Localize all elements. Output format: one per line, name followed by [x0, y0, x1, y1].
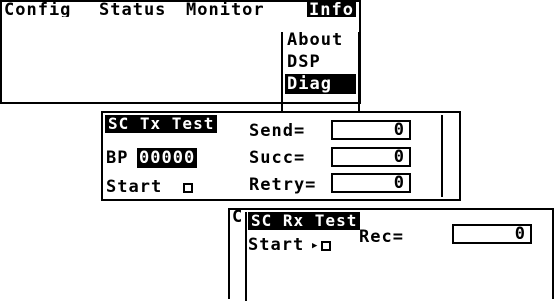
- send-label: Send=: [249, 121, 306, 141]
- info-dropdown: About DSP Diag: [281, 30, 360, 119]
- tx-test-scroll-edge: [441, 115, 457, 197]
- rx-start-checkbox[interactable]: [321, 241, 331, 251]
- tx-test-title: SC Tx Test: [105, 115, 218, 133]
- retry-value: 0: [331, 173, 411, 193]
- dropdown-item-dsp[interactable]: DSP: [287, 52, 321, 72]
- dropdown-item-diag[interactable]: Diag: [285, 74, 356, 94]
- rx-start-label: Start: [248, 235, 305, 255]
- rx-test-title: SC Rx Test: [248, 212, 361, 230]
- succ-value: 0: [331, 147, 411, 167]
- succ-label: Succ=: [249, 148, 306, 168]
- bp-value-field[interactable]: 00000: [137, 148, 198, 168]
- send-value: 0: [331, 120, 411, 140]
- tx-start-checkbox[interactable]: [183, 183, 193, 193]
- rec-label: Rec=: [359, 227, 404, 247]
- rec-value: 0: [452, 224, 532, 244]
- rx-test-panel: C SC Rx Test Start ▶ Rec= 0: [228, 207, 554, 301]
- retry-label: Retry=: [249, 175, 317, 195]
- menu-panel: About DSP Diag: [0, 17, 361, 119]
- rx-test-left-edge: [242, 212, 247, 301]
- tx-test-panel: SC Tx Test BP 00000 Start Send= 0 Succ= …: [101, 111, 461, 201]
- bp-label: BP: [106, 148, 129, 168]
- rx-start-arrow-icon: ▶: [312, 241, 318, 251]
- tx-start-label: Start: [106, 177, 163, 197]
- dropdown-item-about[interactable]: About: [287, 30, 343, 50]
